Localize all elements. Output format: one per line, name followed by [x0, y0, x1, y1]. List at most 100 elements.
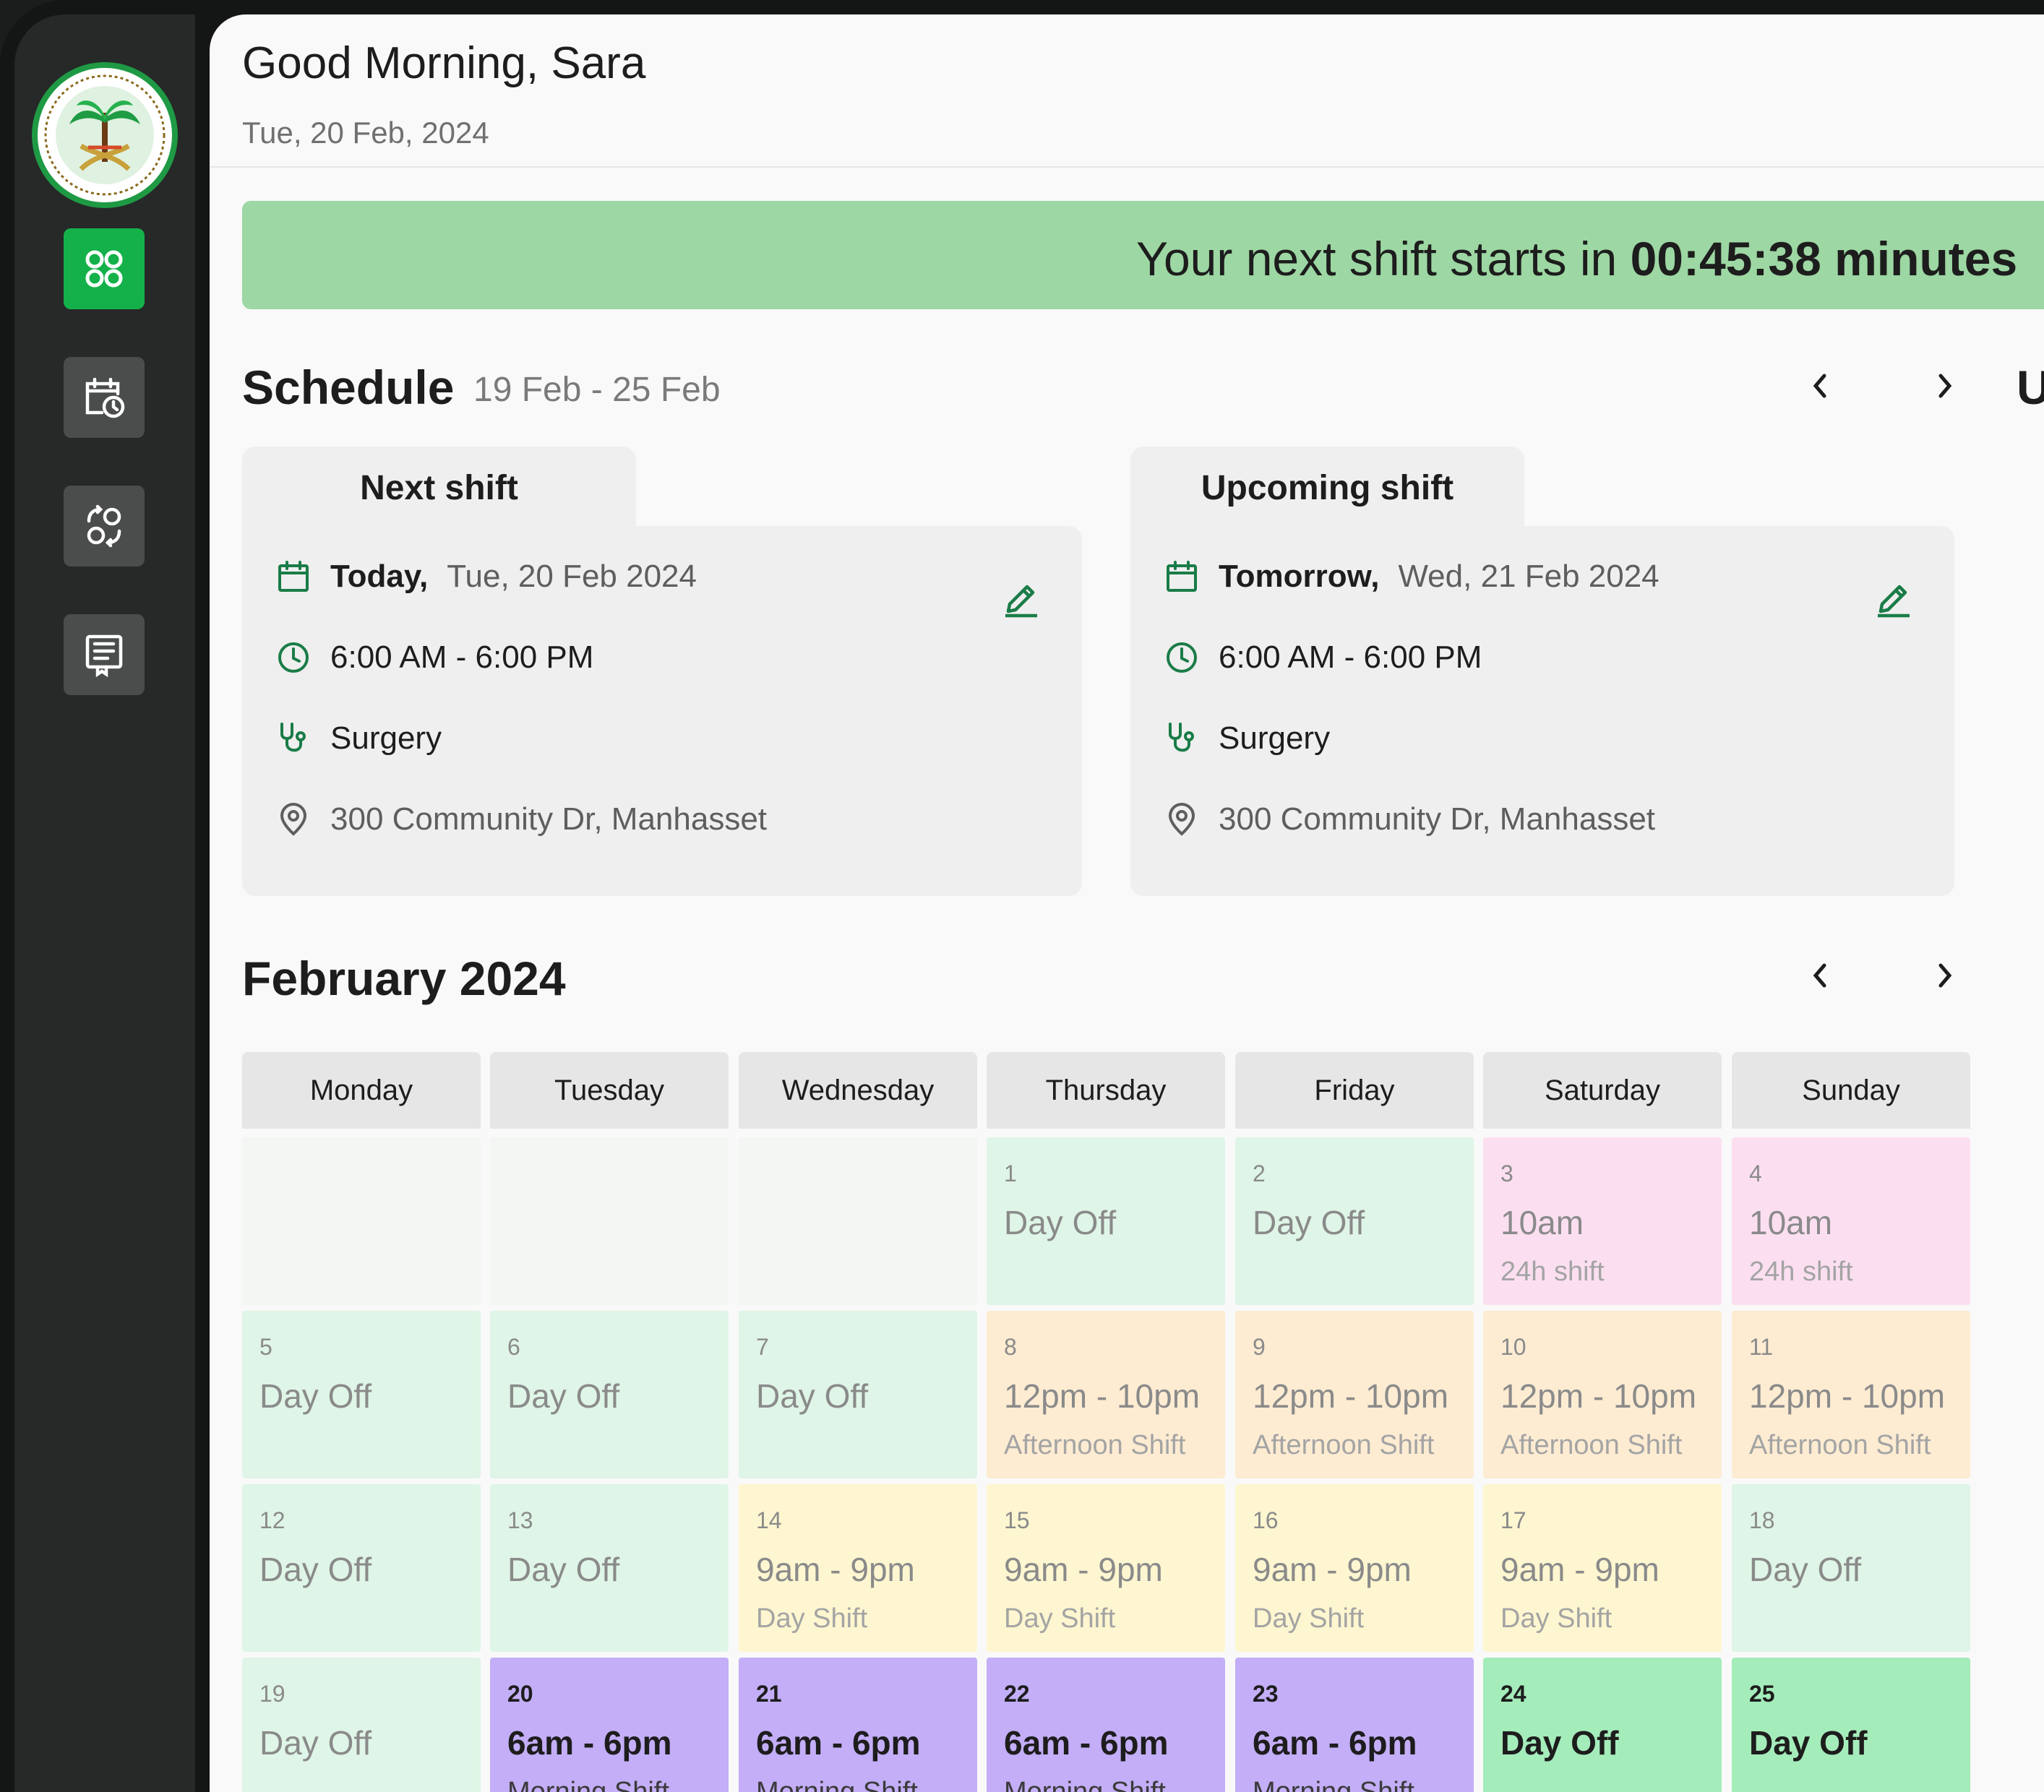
day-header-thursday: Thursday — [987, 1052, 1225, 1129]
next-shift-department-row: Surgery — [275, 720, 442, 757]
next-shift-time-row: 6:00 AM - 6:00 PM — [275, 639, 593, 676]
calendar-empty-cell — [490, 1137, 729, 1305]
shift-title: Day Off — [259, 1551, 372, 1588]
shift-title: 10am — [1500, 1204, 1584, 1241]
shift-title: 6am - 6pm — [1004, 1724, 1169, 1762]
shift-subtitle: Morning Shift — [1004, 1777, 1166, 1792]
shift-title: 10am — [1749, 1204, 1833, 1241]
day-number: 12 — [259, 1507, 285, 1533]
shift-title: 9am - 9pm — [756, 1551, 915, 1588]
nav-reports[interactable] — [64, 614, 145, 695]
schedule-prev-button[interactable] — [1799, 364, 1842, 408]
upcoming-shift-time: 6:00 AM - 6:00 PM — [1219, 639, 1482, 675]
upcoming-shift-date-row: Tomorrow, Wed, 21 Feb 2024 — [1164, 559, 1659, 595]
shift-title: Day Off — [507, 1377, 620, 1415]
calendar-day-24[interactable]: 24 Day Off — [1483, 1658, 1722, 1792]
shift-subtitle: Afternoon Shift — [1749, 1430, 1931, 1460]
nav-swap[interactable] — [64, 486, 145, 567]
calendar-prev-button[interactable] — [1799, 954, 1842, 997]
calendar-day-11[interactable]: 11 12pm - 10pm Afternoon Shift — [1732, 1311, 1970, 1478]
day-number: 11 — [1749, 1334, 1774, 1360]
calendar-day-21[interactable]: 21 6am - 6pm Morning Shift — [739, 1658, 977, 1792]
day-number: 16 — [1253, 1507, 1279, 1533]
calendar-day-3[interactable]: 3 10am 24h shift — [1483, 1137, 1722, 1305]
shift-subtitle: 24h shift — [1500, 1257, 1605, 1287]
calendar-empty-cell — [739, 1137, 977, 1305]
day-header-sunday: Sunday — [1732, 1052, 1970, 1129]
calendar-day-20[interactable]: 20 6am - 6pm Morning Shift — [490, 1658, 729, 1792]
calendar-day-22[interactable]: 22 6am - 6pm Morning Shift — [987, 1658, 1225, 1792]
calendar-day-5[interactable]: 5 Day Off — [242, 1311, 481, 1478]
calendar-day-13[interactable]: 13 Day Off — [490, 1484, 729, 1652]
calendar-day-1[interactable]: 1 Day Off — [987, 1137, 1225, 1305]
chevron-left-icon — [1813, 374, 1826, 398]
sidebar — [14, 14, 195, 1792]
upcoming-shift-day: Tomorrow, — [1219, 559, 1380, 594]
shift-subtitle: Morning Shift — [1253, 1777, 1414, 1792]
calendar-month-title: February 2024 — [242, 952, 566, 1005]
shift-subtitle: Morning Shift — [507, 1777, 669, 1792]
day-header-monday: Monday — [242, 1052, 481, 1129]
calendar-day-10[interactable]: 10 12pm - 10pm Afternoon Shift — [1483, 1311, 1722, 1478]
calendar-day-12[interactable]: 12 Day Off — [242, 1484, 481, 1652]
shift-title: Day Off — [259, 1377, 372, 1415]
calendar-icon — [1164, 559, 1200, 595]
nav-schedule[interactable] — [64, 357, 145, 438]
calendar-day-23[interactable]: 23 6am - 6pm Morning Shift — [1235, 1658, 1474, 1792]
next-shift-time: 6:00 AM - 6:00 PM — [330, 639, 594, 675]
greeting-title: Good Morning, Sara — [242, 38, 646, 88]
shift-title: 9am - 9pm — [1253, 1551, 1412, 1588]
shift-title: Day Off — [1004, 1204, 1117, 1241]
calendar-day-2[interactable]: 2 Day Off — [1235, 1137, 1474, 1305]
clock-icon — [1164, 639, 1200, 676]
calendar-day-4[interactable]: 4 10am 24h shift — [1732, 1137, 1970, 1305]
schedule-title: Schedule — [242, 361, 455, 414]
shift-subtitle: Day Shift — [1004, 1603, 1116, 1634]
day-number: 21 — [756, 1681, 782, 1707]
upcoming-shift-card: Tomorrow, Wed, 21 Feb 2024 6:00 AM - 6:0… — [1130, 526, 1954, 896]
calendar-day-16[interactable]: 16 9am - 9pm Day Shift — [1235, 1484, 1474, 1652]
upcoming-shift-address-row: 300 Community Dr, Manhasset — [1164, 801, 1655, 837]
day-number: 18 — [1749, 1507, 1775, 1533]
shift-title: 12pm - 10pm — [1749, 1377, 1946, 1415]
calendar-day-6[interactable]: 6 Day Off — [490, 1311, 729, 1478]
calendar-empty-cell — [242, 1137, 481, 1305]
calendar-day-7[interactable]: 7 Day Off — [739, 1311, 977, 1478]
calendar-day-9[interactable]: 9 12pm - 10pm Afternoon Shift — [1235, 1311, 1474, 1478]
day-number: 2 — [1253, 1160, 1266, 1186]
calendar-next-button[interactable] — [1923, 954, 1966, 997]
calendar-day-17[interactable]: 17 9am - 9pm Day Shift — [1483, 1484, 1722, 1652]
upcoming-shift-department: Surgery — [1219, 720, 1331, 756]
clock-icon — [275, 639, 312, 676]
calendar-day-19[interactable]: 19 Day Off — [242, 1658, 481, 1792]
shift-title: Day Off — [259, 1724, 372, 1762]
calendar-day-8[interactable]: 8 12pm - 10pm Afternoon Shift — [987, 1311, 1225, 1478]
next-shift-card: Today, Tue, 20 Feb 2024 6:00 AM - 6:00 P… — [242, 526, 1082, 896]
banner-prefix: Your next shift starts in — [1136, 232, 1618, 285]
countdown-timer: 00:45:38 minutes — [1630, 232, 2018, 285]
shift-subtitle: Morning Shift — [756, 1777, 918, 1792]
upcoming-shift-edit-button[interactable] — [1865, 569, 1923, 627]
reports-icon — [85, 634, 123, 677]
calendar-day-25[interactable]: 25 Day Off — [1732, 1658, 1970, 1792]
calendar-day-14[interactable]: 14 9am - 9pm Day Shift — [739, 1484, 977, 1652]
shift-subtitle: Day Shift — [1253, 1603, 1365, 1634]
shift-subtitle: Afternoon Shift — [1253, 1430, 1435, 1460]
pencil-icon — [1005, 585, 1037, 618]
day-number: 4 — [1749, 1160, 1762, 1186]
day-number: 7 — [756, 1334, 769, 1360]
day-number: 19 — [259, 1681, 285, 1707]
shift-title: Day Off — [1749, 1551, 1862, 1588]
calendar-day-15[interactable]: 15 9am - 9pm Day Shift — [987, 1484, 1225, 1652]
shift-title: Day Off — [1500, 1724, 1619, 1762]
next-shift-edit-button[interactable] — [992, 569, 1050, 627]
calendar-day-18[interactable]: 18 Day Off — [1732, 1484, 1970, 1652]
day-header-friday: Friday — [1235, 1052, 1474, 1129]
chevron-right-icon — [1938, 963, 1952, 988]
schedule-next-button[interactable] — [1923, 364, 1966, 408]
shift-subtitle: Afternoon Shift — [1004, 1430, 1186, 1460]
nav-dashboard[interactable] — [64, 228, 145, 309]
shift-title: Day Off — [1749, 1724, 1868, 1762]
next-shift-address: 300 Community Dr, Manhasset — [330, 801, 768, 837]
swap-icon — [87, 504, 121, 548]
